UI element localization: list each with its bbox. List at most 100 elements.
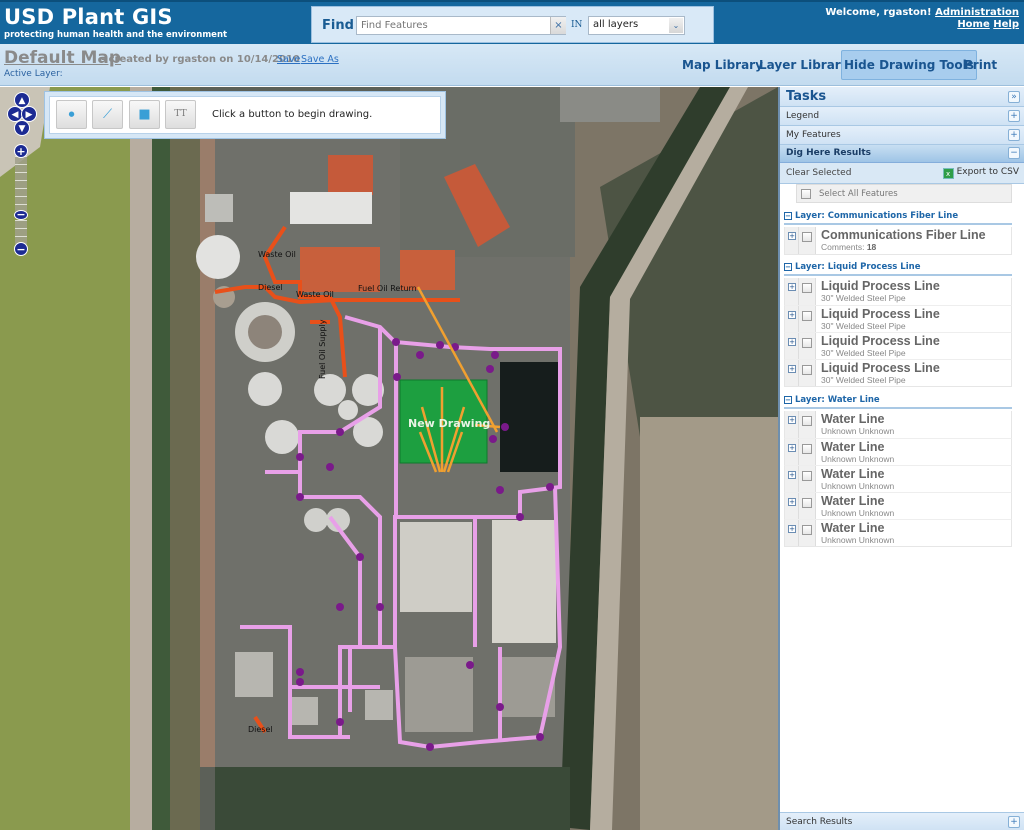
legend-section[interactable]: Legend + — [780, 107, 1024, 126]
expand-icon[interactable]: + — [1008, 816, 1020, 828]
feature-row[interactable]: + Water Line Unknown Unknown — [784, 438, 1012, 466]
new-drawing-label: New Drawing — [408, 417, 491, 430]
zoom-step[interactable] — [15, 228, 27, 236]
expand-row-icon[interactable]: + — [788, 232, 796, 240]
feature-checkbox[interactable] — [802, 311, 812, 321]
expand-row-icon[interactable]: + — [788, 498, 796, 506]
home-link[interactable]: Home — [957, 19, 989, 30]
find-label: Find — [322, 18, 354, 33]
feature-checkbox[interactable] — [802, 498, 812, 508]
help-link[interactable]: Help — [993, 19, 1019, 30]
drawing-toolbar-body: ● ⟋ ■ TT Click a button to begin drawing… — [49, 96, 441, 134]
administration-link[interactable]: Administration — [935, 7, 1019, 18]
feature-row[interactable]: + Communications Fiber Line Comments: 18 — [784, 227, 1012, 255]
map-label-waste-oil: Waste Oil — [258, 250, 296, 259]
expand-row-icon[interactable]: + — [788, 416, 796, 424]
layer-group-communications-fiber-line[interactable]: − Layer: Communications Fiber Line — [784, 211, 1012, 225]
in-label: IN — [571, 20, 583, 30]
polygon-tool-button[interactable]: ■ — [129, 100, 160, 129]
expand-icon[interactable]: + — [1008, 129, 1020, 141]
expand-row-icon[interactable]: + — [788, 525, 796, 533]
chevron-down-icon[interactable]: ⌄ — [669, 18, 683, 33]
zoom-step[interactable] — [15, 188, 27, 196]
feature-row[interactable]: + Water Line Unknown Unknown — [784, 519, 1012, 547]
tank — [265, 420, 299, 454]
zoom-step[interactable] — [15, 220, 27, 228]
zoom-step[interactable] — [15, 196, 27, 204]
search-results-section[interactable]: Search Results + — [780, 812, 1024, 830]
feature-row[interactable]: + Water Line Unknown Unknown — [784, 492, 1012, 520]
feature-checkbox[interactable] — [802, 525, 812, 535]
layer-group-liquid-process-line[interactable]: − Layer: Liquid Process Line — [784, 262, 1012, 276]
select-all-checkbox[interactable] — [801, 189, 811, 199]
collapse-panel-icon[interactable]: » — [1008, 91, 1020, 103]
layer-select-value: all layers — [593, 19, 639, 30]
expand-row-icon[interactable]: + — [788, 471, 796, 479]
polyline-tool-button[interactable]: ⟋ — [92, 100, 123, 129]
levee — [130, 87, 152, 830]
building — [288, 697, 318, 725]
expand-row-icon[interactable]: + — [788, 311, 796, 319]
collapse-icon[interactable]: − — [1008, 147, 1020, 159]
feature-checkbox[interactable] — [802, 416, 812, 426]
map-library-button[interactable]: Map Library — [679, 50, 766, 80]
feature-description: Unknown Unknown — [821, 454, 895, 464]
zoom-step[interactable] — [15, 172, 27, 180]
point-tool-button[interactable]: ● — [56, 100, 87, 129]
building-roof — [492, 520, 556, 643]
select-all-row[interactable]: Select All Features — [796, 184, 1012, 203]
print-map-button[interactable]: Print Map — [961, 50, 1024, 102]
find-features-input[interactable] — [356, 16, 566, 35]
zoom-slider[interactable]: + − − — [14, 144, 28, 256]
zoom-out-button[interactable]: − — [14, 242, 28, 256]
expand-row-icon[interactable]: + — [788, 444, 796, 452]
hide-drawing-tools-button[interactable]: Hide Drawing Tools — [841, 50, 977, 80]
zoom-slider-handle[interactable]: − — [14, 209, 28, 220]
feature-description: Unknown Unknown — [821, 508, 895, 518]
zoom-step[interactable] — [15, 180, 27, 188]
feature-checkbox[interactable] — [802, 338, 812, 348]
tank — [248, 372, 282, 406]
active-layer-label: Active Layer: — [4, 69, 63, 79]
layer-group-water-line[interactable]: − Layer: Water Line — [784, 395, 1012, 409]
save-as-link[interactable]: Save As — [301, 54, 339, 65]
feature-row[interactable]: + Liquid Process Line 30" Welded Steel P… — [784, 359, 1012, 387]
feature-checkbox[interactable] — [802, 365, 812, 375]
my-features-section[interactable]: My Features + — [780, 126, 1024, 145]
feature-checkbox[interactable] — [802, 283, 812, 293]
save-link[interactable]: Save — [277, 54, 300, 65]
feature-name: Water Line — [821, 494, 885, 508]
collapse-group-icon[interactable]: − — [784, 396, 792, 404]
building-white — [290, 192, 372, 224]
expand-row-icon[interactable]: + — [788, 283, 796, 291]
feature-name: Liquid Process Line — [821, 361, 940, 375]
layer-select[interactable]: all layers ⌄ — [588, 16, 685, 35]
expand-row-icon[interactable]: + — [788, 338, 796, 346]
feature-row[interactable]: + Liquid Process Line 30" Welded Steel P… — [784, 332, 1012, 360]
expand-row-icon[interactable]: + — [788, 365, 796, 373]
app-header: USD Plant GIS protecting human health an… — [0, 0, 1024, 44]
feature-checkbox[interactable] — [802, 444, 812, 454]
zoom-step[interactable] — [15, 164, 27, 172]
feature-row[interactable]: + Water Line Unknown Unknown — [784, 465, 1012, 493]
dig-here-results-section[interactable]: Dig Here Results − — [780, 145, 1024, 163]
clear-selected-button[interactable]: Clear Selected — [786, 168, 851, 178]
expand-icon[interactable]: + — [1008, 110, 1020, 122]
feature-checkbox[interactable] — [802, 471, 812, 481]
building-roof — [405, 657, 473, 732]
layer-library-button[interactable]: Layer Library — [756, 50, 852, 80]
text-tool-button[interactable]: TT — [165, 100, 196, 129]
clear-icon[interactable]: × — [550, 17, 566, 34]
collapse-group-icon[interactable]: − — [784, 263, 792, 271]
feature-checkbox[interactable] — [802, 232, 812, 242]
export-csv-button[interactable]: x Export to CSV — [942, 167, 1019, 179]
collapse-group-icon[interactable]: − — [784, 212, 792, 220]
pan-down-icon[interactable]: ▼ — [14, 120, 30, 136]
tasks-panel: Tasks » Legend + My Features + Dig Here … — [778, 87, 1024, 830]
map-canvas[interactable]: Waste Oil Diesel Waste Oil Fuel Oil Retu… — [0, 87, 778, 830]
feature-row[interactable]: + Liquid Process Line 30" Welded Steel P… — [784, 305, 1012, 333]
feature-row[interactable]: + Liquid Process Line 30" Welded Steel P… — [784, 278, 1012, 306]
feature-description: 30" Welded Steel Pipe — [821, 375, 906, 385]
zoom-in-button[interactable]: + — [14, 144, 28, 158]
feature-row[interactable]: + Water Line Unknown Unknown — [784, 411, 1012, 439]
